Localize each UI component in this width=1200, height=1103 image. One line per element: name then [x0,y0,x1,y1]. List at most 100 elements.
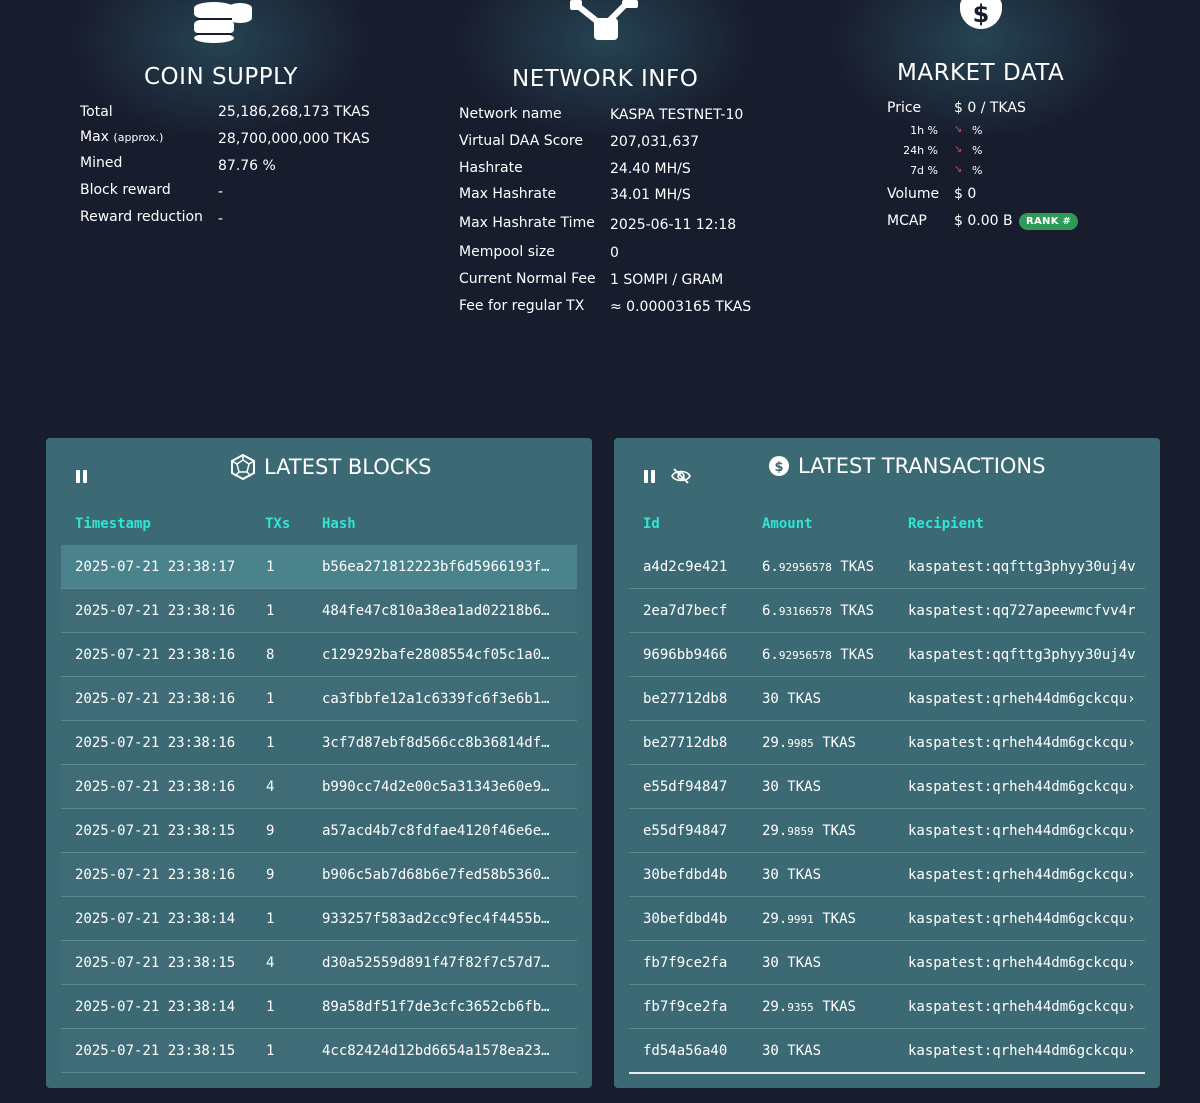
transaction-id-link[interactable]: 30befdbd4b [643,867,727,883]
transaction-row[interactable]: e55df94847 29.9859 TKAS kaspatest:qrheh44d… [629,809,1145,853]
amount-integer: 30 [762,779,779,795]
transaction-recipient-link[interactable]: kaspatest:qq727apeewmcfvv4r [908,603,1145,619]
transaction-id-link[interactable]: fb7f9ce2fa [643,955,727,971]
transaction-recipient-link[interactable]: kaspatest:qrheh44dm6gckcqu› [908,1043,1145,1059]
amount-integer: 30 [762,867,779,883]
transaction-row[interactable]: fb7f9ce2fa 29.9355 TKAS kaspatest:qrheh44d… [629,985,1145,1029]
block-hash-link[interactable]: a57acd4b7c8fdfae4120f46e6e… [322,823,567,839]
amount-decimals: 92956578 [778,649,832,662]
header-recipient[interactable]: Recipient [908,516,984,532]
block-hash-link[interactable]: c129292bafe2808554cf05c1a0… [322,647,567,663]
transaction-id-link[interactable]: fb7f9ce2fa [643,999,727,1015]
transaction-recipient-link[interactable]: kaspatest:qrheh44dm6gckcqu› [908,691,1145,707]
transaction-recipient-link[interactable]: kaspatest:qrheh44dm6gckcqu› [908,867,1145,883]
block-hash-link[interactable]: 933257f583ad2cc9fec4f4455b… [322,911,567,927]
row-label: Max [80,129,109,145]
transaction-id-link[interactable]: 30befdbd4b [643,911,727,927]
block-tx-count: 9 [266,867,275,883]
block-tx-count: 1 [266,1043,275,1059]
transaction-id-link[interactable]: 2ea7d7becf [643,603,727,619]
transaction-recipient-link[interactable]: kaspatest:qrheh44dm6gckcqu› [908,779,1145,795]
transaction-id-link[interactable]: 9696bb9466 [643,647,727,663]
block-row[interactable]: 2025-07-21 23:38:15 9 a57acd4b7c8fdfae4120… [61,809,577,853]
block-hash-link[interactable]: ca3fbbfe12a1c6339fc6f3e6b1… [322,691,567,707]
transaction-row[interactable]: e55df94847 30 TKAS kaspatest:qrheh44dm6gck… [629,765,1145,809]
header-hash[interactable]: Hash [322,516,356,532]
pause-icon[interactable] [644,470,655,483]
block-row[interactable]: 2025-07-21 23:38:14 1 89a58df51f7de3cfc365… [61,985,577,1029]
row-value: 28,700,000,000 TKAS [218,131,370,147]
transaction-recipient-link[interactable]: kaspatest:qrheh44dm6gckcqu› [908,911,1145,927]
row-value: KASPA TESTNET-10 [610,107,744,123]
transaction-row[interactable]: a4d2c9e421 6.92956578 TKAS kaspatest:qqftt… [629,545,1145,589]
transaction-recipient-link[interactable]: kaspatest:qrheh44dm6gckcqu› [908,823,1145,839]
transaction-recipient-link[interactable]: kaspatest:qqfttg3phyy30uj4v [908,647,1145,663]
block-hash-link[interactable]: b906c5ab7d68b6e7fed58b5360… [322,867,567,883]
transaction-recipient-link[interactable]: kaspatest:qrheh44dm6gckcqu› [908,955,1145,971]
transaction-id-link[interactable]: e55df94847 [643,779,727,795]
block-row[interactable]: 2025-07-21 23:38:16 8 c129292bafe2808554cf… [61,633,577,677]
row-value: 34.01 MH/S [610,187,691,203]
block-row[interactable]: 2025-07-21 23:38:16 1 ca3fbbfe12a1c6339fc6… [61,677,577,721]
transaction-row[interactable]: be27712db8 29.9985 TKAS kaspatest:qrheh44d… [629,721,1145,765]
transaction-id-link[interactable]: a4d2c9e421 [643,559,727,575]
header-id[interactable]: Id [643,516,660,532]
block-row[interactable]: 2025-07-21 23:38:16 4 b990cc74d2e00c5a3134… [61,765,577,809]
transaction-amount: 6.93166578 TKAS [762,603,874,619]
block-row[interactable]: 2025-07-21 23:38:15 4 d30a52559d891f47f82f… [61,941,577,985]
block-hash-link[interactable]: 3cf7d87ebf8d566cc8b36814df… [322,735,567,751]
header-timestamp[interactable]: Timestamp [75,516,151,532]
transaction-amount: 6.92956578 TKAS [762,647,874,663]
transaction-recipient-link[interactable]: kaspatest:qrheh44dm6gckcqu› [908,999,1145,1015]
eye-slash-icon[interactable] [671,467,691,485]
block-timestamp: 2025-07-21 23:38:17 [75,559,236,575]
row-value: - [218,184,224,200]
transaction-recipient-link[interactable]: kaspatest:qqfttg3phyy30uj4v [908,559,1145,575]
transaction-row[interactable]: 30befdbd4b 29.9991 TKAS kaspatest:qrheh44d… [629,897,1145,941]
svg-text:$: $ [973,0,990,28]
block-tx-count: 1 [266,603,275,619]
amount-unit: TKAS [840,647,874,663]
dollar-circle-icon: $ [769,456,789,476]
price-label: Price [887,100,922,116]
header-amount[interactable]: Amount [762,516,813,532]
transaction-recipient-link[interactable]: kaspatest:qrheh44dm6gckcqu› [908,735,1145,751]
transaction-row[interactable]: 30befdbd4b 30 TKAS kaspatest:qrheh44dm6gck… [629,853,1145,897]
row-value: 24.40 MH/S [610,161,691,177]
block-tx-count: 1 [266,735,275,751]
transaction-row[interactable]: 2ea7d7becf 6.93166578 TKAS kaspatest:qq727… [629,589,1145,633]
transaction-id-link[interactable]: be27712db8 [643,691,727,707]
price-value: $ 0 / TKAS [954,100,1026,116]
transaction-id-link[interactable]: be27712db8 [643,735,727,751]
transaction-id-link[interactable]: fd54a56a40 [643,1043,727,1059]
block-hash-link[interactable]: 89a58df51f7de3cfc3652cb6fb… [322,999,567,1015]
block-row[interactable]: 2025-07-21 23:38:16 9 b906c5ab7d68b6e7fed5… [61,853,577,897]
amount-integer: 30 [762,691,779,707]
transaction-row[interactable]: 9696bb9466 6.92956578 TKAS kaspatest:qqftt… [629,633,1145,677]
block-row[interactable]: 2025-07-21 23:38:15 1 4cc82424d12bd6654a15… [61,1029,577,1073]
block-row[interactable]: 2025-07-21 23:38:17 1 b56ea271812223bf6d59… [61,545,577,589]
block-hash-link[interactable]: d30a52559d891f47f82f7c57d7… [322,955,567,971]
transaction-id-link[interactable]: e55df94847 [643,823,727,839]
transaction-row[interactable]: fd54a56a40 30 TKAS kaspatest:qrheh44dm6gck… [629,1029,1145,1073]
block-timestamp: 2025-07-21 23:38:15 [75,955,236,971]
change-label: 7d % [910,164,938,177]
block-hash-link[interactable]: 484fe47c810a38ea1ad02218b6… [322,603,567,619]
block-row[interactable]: 2025-07-21 23:38:16 1 484fe47c810a38ea1ad0… [61,589,577,633]
amount-unit: TKAS [787,867,822,883]
block-hash-link[interactable]: b56ea271812223bf6d5966193f… [322,559,567,575]
amount-unit: TKAS [787,1043,822,1059]
latest-transactions-panel: $ LATEST TRANSACTIONS Id Amount Recipien… [614,438,1160,1088]
amount-unit: TKAS [822,823,856,839]
block-row[interactable]: 2025-07-21 23:38:16 1 3cf7d87ebf8d566cc8b3… [61,721,577,765]
block-hash-link[interactable]: 4cc82424d12bd6654a1578ea23… [322,1043,567,1059]
trend-down-arrow-icon: ↘ [954,124,963,135]
transaction-row[interactable]: be27712db8 30 TKAS kaspatest:qrheh44dm6gck… [629,677,1145,721]
transaction-row[interactable]: fb7f9ce2fa 30 TKAS kaspatest:qrheh44dm6gck… [629,941,1145,985]
block-hash-link[interactable]: b990cc74d2e00c5a31343e60e9… [322,779,567,795]
pause-icon[interactable] [76,470,87,483]
transaction-amount: 6.92956578 TKAS [762,559,874,575]
header-txs[interactable]: TXs [265,516,290,532]
block-row[interactable]: 2025-07-21 23:38:14 1 933257f583ad2cc9fec4… [61,897,577,941]
amount-unit: TKAS [787,691,822,707]
